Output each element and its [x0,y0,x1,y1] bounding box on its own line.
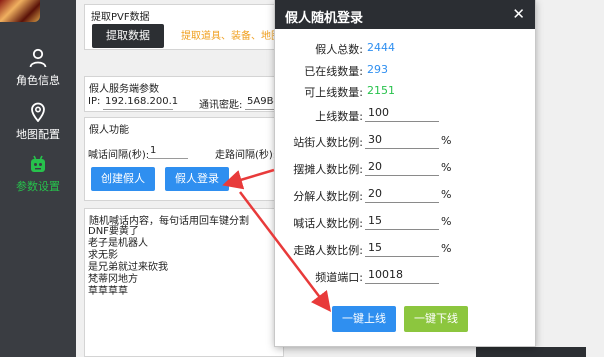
sidebar-item-label: 参数设置 [16,180,60,193]
sidebar-item-label: 角色信息 [16,74,60,87]
shout-panel: 随机喊话内容，每句话用回车键分割 DNF要黄了 老子是机器人 求无影 是兄弟就过… [84,208,284,357]
dialog-header: 假人随机登录 ✕ [275,0,535,29]
server-panel: 假人服务端参数 IP: 192.168.200.1 通讯密匙: 5A9B4 [84,76,285,112]
walk-ratio-label: 走路人数比例: [293,244,363,257]
ip-label: IP: [88,96,101,107]
robot-icon [31,155,45,172]
shout-ratio-input[interactable]: 15 [365,213,439,230]
channel-port-label: 频道端口: [315,271,363,284]
sidebar-item-role-info[interactable]: 角色信息 [0,48,76,88]
sidebar-item-label: 地图配置 [16,128,60,141]
channel-port-input[interactable]: 10018 [365,267,439,284]
shout-line: 老子是机器人 [88,238,148,249]
bot-section-title: 假人功能 [89,125,129,136]
pvf-section-title: 提取PVF数据 [91,12,150,23]
server-section-title: 假人服务端参数 [89,84,159,95]
percent-label: % [441,134,452,147]
shout-line: DNF要黄了 [88,226,139,237]
extract-data-button[interactable]: 提取数据 [92,24,164,48]
shout-interval-label: 喊话间隔(秒): [88,150,150,161]
online-count-label: 已在线数量: [304,65,363,78]
one-click-online-button[interactable]: 一键上线 [332,306,396,332]
one-click-offline-button[interactable]: 一键下线 [404,306,468,332]
sidebar-item-map-config[interactable]: 地图配置 [0,102,76,142]
total-bots-label: 假人总数: [315,43,363,56]
decompose-ratio-input[interactable]: 20 [365,186,439,203]
percent-label: % [441,215,452,228]
close-icon[interactable]: ✕ [512,5,525,23]
street-ratio-input[interactable]: 30 [365,132,439,149]
shout-line: 求无影 [88,250,118,261]
percent-label: % [441,242,452,255]
shout-ratio-label: 喊话人数比例: [293,217,363,230]
online-quantity-input[interactable]: 100 [365,105,439,122]
key-label: 通讯密匙: [199,100,243,111]
map-pin-icon [31,102,45,122]
dialog-title: 假人随机登录 [285,11,364,26]
decompose-ratio-label: 分解人数比例: [293,190,363,203]
shout-line: 梵蒂冈地方 [88,274,138,285]
walk-interval-label: 走路间隔(秒): [215,150,277,161]
partial-button[interactable] [476,347,586,357]
shout-section-title: 随机喊话内容，每句话用回车键分割 [89,216,249,227]
sidebar: 角色信息 地图配置 参数设置 [0,0,76,357]
shout-line: 是兄弟就过来砍我 [88,262,168,273]
available-count-label: 可上线数量: [304,86,363,99]
total-bots-value: 2444 [367,41,395,54]
bot-panel: 假人功能 喊话间隔(秒): 1 走路间隔(秒): 创建假人 假人登录 [84,117,284,201]
app-logo [0,0,40,22]
user-icon [29,48,47,68]
shout-interval-input[interactable]: 1 [148,144,188,159]
ip-input[interactable]: 192.168.200.1 [103,95,178,110]
available-count-value: 2151 [367,84,395,97]
stall-ratio-label: 摆摊人数比例: [293,163,363,176]
street-ratio-label: 站街人数比例: [293,136,363,149]
walk-ratio-input[interactable]: 15 [365,240,439,257]
sidebar-item-settings[interactable]: 参数设置 [0,154,76,194]
shout-line: 草草草草 [88,286,128,297]
stall-ratio-input[interactable]: 20 [365,159,439,176]
percent-label: % [441,161,452,174]
create-bot-button[interactable]: 创建假人 [91,167,155,191]
shout-textarea[interactable]: DNF要黄了 老子是机器人 求无影 是兄弟就过来砍我 梵蒂冈地方 草草草草 [88,226,282,356]
bot-login-button[interactable]: 假人登录 [165,167,229,191]
online-count-value: 293 [367,63,388,76]
bot-random-login-dialog: 假人随机登录 ✕ 假人总数: 2444 已在线数量: 293 可上线数量: 21… [275,0,535,346]
online-quantity-label: 上线数量: [315,110,363,123]
percent-label: % [441,188,452,201]
